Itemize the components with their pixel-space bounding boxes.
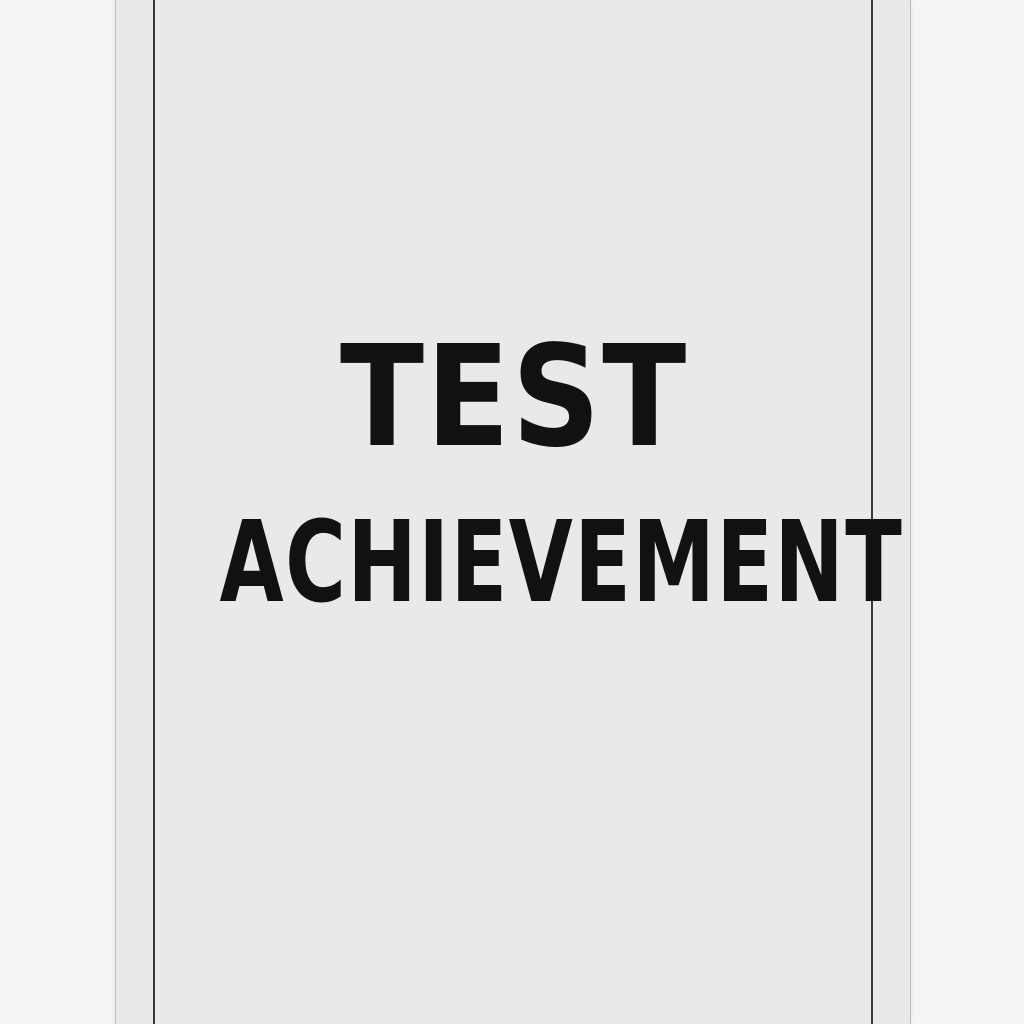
title-line-1: TEST: [339, 316, 689, 479]
backdrop: TEST ACHIEVEMENT: [0, 0, 1024, 1024]
title-line-2: ACHIEVEMENT: [219, 498, 904, 628]
document-card: TEST ACHIEVEMENT: [115, 0, 911, 1024]
